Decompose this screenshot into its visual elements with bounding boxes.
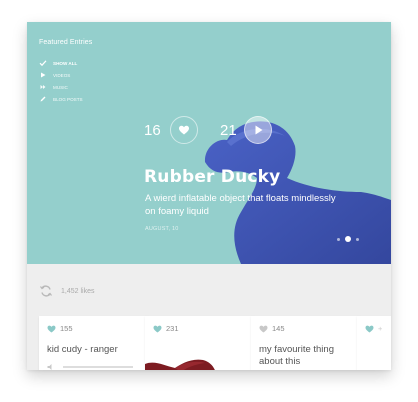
card-likes: + xyxy=(365,324,382,333)
nav-item-label: Videos xyxy=(53,72,71,78)
heart-icon xyxy=(179,125,189,135)
heart-icon[interactable] xyxy=(259,325,268,333)
like-count: 16 xyxy=(144,122,161,139)
entry-title: Rubber Ducky xyxy=(144,167,281,187)
card-likes: 231 xyxy=(153,324,179,333)
audio-progress-bar[interactable] xyxy=(63,366,133,368)
nav-item-label: Show All xyxy=(53,60,78,66)
carousel-pager xyxy=(337,236,364,242)
nav-item-videos[interactable]: Videos xyxy=(39,69,83,81)
entry-card[interactable]: 231 xyxy=(145,316,255,370)
play-icon xyxy=(39,71,51,79)
app-window: Featured Entries Show All Videos Music xyxy=(27,22,391,370)
play-icon xyxy=(255,125,263,135)
entry-description: A wierd inflatable object that floats mi… xyxy=(145,193,336,217)
music-icon xyxy=(39,83,51,91)
audio-player xyxy=(47,363,133,370)
likes-total: 1,452 likes xyxy=(61,287,95,295)
like-button[interactable] xyxy=(170,116,198,144)
card-likes: 145 xyxy=(259,324,285,333)
play-button[interactable] xyxy=(244,116,272,144)
heart-icon[interactable] xyxy=(47,325,56,333)
pager-dot[interactable] xyxy=(356,237,359,241)
nav-item-show-all[interactable]: Show All xyxy=(39,57,83,69)
entry-card[interactable]: + xyxy=(357,316,391,370)
volume-icon[interactable] xyxy=(47,363,55,370)
section-title: Featured Entries xyxy=(39,39,93,46)
check-icon xyxy=(39,59,51,67)
entry-card[interactable]: 145 my favourite thing about this xyxy=(251,316,361,370)
card-like-count: 155 xyxy=(60,324,73,333)
likes-summary: 1,452 likes xyxy=(39,284,94,298)
pencil-icon xyxy=(39,95,51,103)
heart-icon[interactable] xyxy=(365,325,374,333)
card-title: my favourite thing about this xyxy=(259,344,334,367)
play-count: 21 xyxy=(220,122,237,139)
heart-icon[interactable] xyxy=(153,325,162,333)
card-image-thumbnail xyxy=(145,359,215,370)
plus-icon: + xyxy=(378,324,383,333)
card-like-count: 231 xyxy=(166,324,179,333)
pager-dot[interactable] xyxy=(337,237,340,241)
featured-hero: Featured Entries Show All Videos Music xyxy=(27,22,391,264)
nav-item-label: Blog Posts xyxy=(53,96,83,102)
pager-dot-active[interactable] xyxy=(345,236,351,242)
entries-feed: 1,452 likes 155 kid cudy - ranger 231 14… xyxy=(27,264,391,370)
nav-item-music[interactable]: Music xyxy=(39,81,83,93)
filter-nav: Show All Videos Music Blog Posts xyxy=(39,57,83,105)
refresh-icon[interactable] xyxy=(39,284,53,298)
nav-item-blog-posts[interactable]: Blog Posts xyxy=(39,93,83,105)
card-like-count: 145 xyxy=(272,324,285,333)
card-likes: 155 xyxy=(47,324,73,333)
entry-card[interactable]: 155 kid cudy - ranger xyxy=(39,316,149,370)
card-title: kid cudy - ranger xyxy=(47,344,118,355)
entry-date: August, 10 xyxy=(145,226,179,232)
nav-item-label: Music xyxy=(53,84,68,90)
